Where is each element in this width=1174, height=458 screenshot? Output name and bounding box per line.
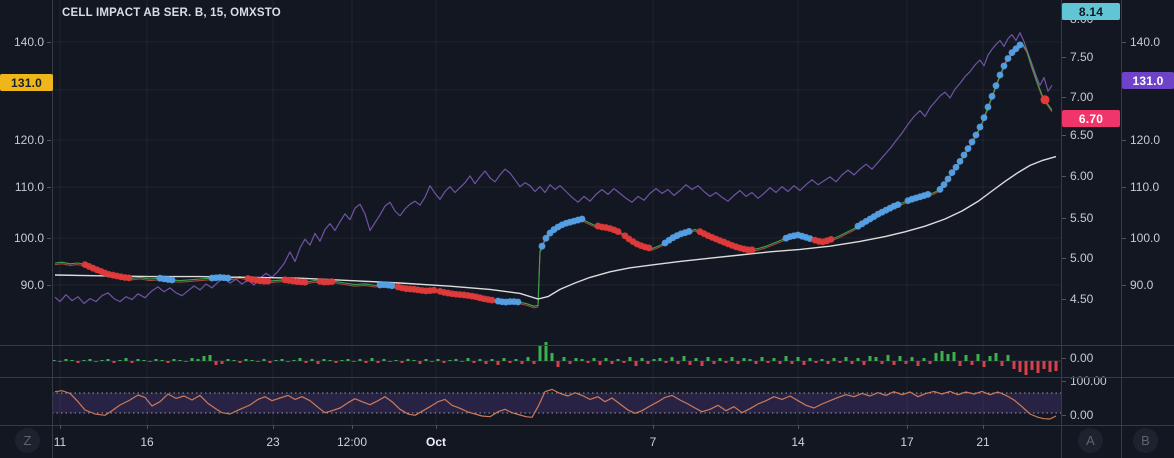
axis-tick-mark (1122, 187, 1126, 188)
axis-tick-mark (47, 187, 51, 188)
time-axis-label: 12:00 (336, 435, 368, 449)
axis-tick-mark (1062, 299, 1066, 300)
time-axis[interactable]: 11 16 23 12:00 Oct 7 14 17 21 (0, 425, 1174, 458)
axis-tick-label: 6.00 (1070, 169, 1094, 183)
axis-tick-label: 6.50 (1070, 128, 1094, 142)
axis-tick-mark (1122, 140, 1126, 141)
axis-tick-mark (1062, 218, 1066, 219)
high-price-label: 8.14 (1062, 3, 1120, 20)
left-pane-border (52, 0, 53, 458)
time-axis-tick (352, 425, 353, 429)
axis-tick-label: 90.0 (1130, 278, 1154, 292)
compare-price-label-left: 131.0 (0, 74, 53, 91)
z-button[interactable]: Z (15, 428, 40, 453)
last-price-label: 6.70 (1062, 110, 1120, 127)
axis-tick-mark (47, 238, 51, 239)
axis-tick-mark (1122, 238, 1126, 239)
axis-tick-label: 7.50 (1070, 50, 1094, 64)
axis-tick-label: 7.00 (1070, 90, 1094, 104)
axis-tick-label: 140.0 (13, 35, 44, 49)
axis-tick-label: 110.0 (14, 180, 44, 194)
time-axis-label: Oct (425, 435, 447, 449)
axis-tick-mark (1062, 97, 1066, 98)
time-axis-tick (653, 425, 654, 429)
axis-tick-label: 90.0 (20, 278, 44, 292)
axis-tick-mark (1062, 415, 1066, 416)
time-axis-tick (273, 425, 274, 429)
axis-tick-label: 0.00 (1070, 351, 1094, 365)
volume-oscillator-separator[interactable] (0, 377, 1174, 378)
axis-tick-label: 100.0 (13, 231, 44, 245)
symbol-title: CELL IMPACT AB SER. B, 15, OMXSTO (62, 7, 281, 19)
axis-tick-label: 5.50 (1070, 211, 1094, 225)
axis-tick-label: 100.0 (1130, 231, 1161, 245)
axis-tick-label: 110.0 (1130, 180, 1160, 194)
time-axis-label: 23 (266, 435, 280, 449)
axis-tick-mark (1062, 258, 1066, 259)
axis-tick-mark (47, 140, 51, 141)
axis-tick-label: 120.0 (1130, 133, 1161, 147)
time-axis-label: 21 (976, 435, 990, 449)
axis-tick-mark (47, 285, 51, 286)
time-axis-label: 17 (900, 435, 914, 449)
time-axis-tick (983, 425, 984, 429)
time-axis-label: 14 (791, 435, 805, 449)
time-axis-tick (436, 425, 437, 429)
right-price-axis-inner[interactable]: 8.007.507.006.506.005.505.004.500.00100.… (1061, 0, 1121, 458)
axis-tick-mark (1062, 358, 1066, 359)
axis-tick-label: 0.00 (1070, 408, 1094, 422)
axis-tick-mark (1062, 135, 1066, 136)
time-axis-tick (60, 425, 61, 429)
axis-tick-mark (1062, 176, 1066, 177)
a-button[interactable]: A (1078, 428, 1103, 453)
tradingview-chart-window: CELL IMPACT AB SER. B, 15, OMXSTO 140.0 1… (0, 0, 1174, 458)
axis-tick-label: 120.0 (13, 133, 44, 147)
axis-tick-mark (1122, 42, 1126, 43)
b-button[interactable]: B (1133, 428, 1158, 453)
main-volume-separator[interactable] (0, 345, 1174, 346)
axis-tick-label: 4.50 (1070, 292, 1094, 306)
time-axis-tick (798, 425, 799, 429)
inner-axis-border (1061, 0, 1062, 458)
axis-tick-mark (47, 42, 51, 43)
time-axis-tick (147, 425, 148, 429)
axis-tick-mark (1122, 285, 1126, 286)
time-axis-label: 11 (53, 435, 67, 449)
left-price-axis[interactable]: 140.0 120.0 110.0 100.0 90.0 (0, 0, 52, 458)
axis-tick-mark (1062, 57, 1066, 58)
outer-axis-border (1121, 0, 1122, 458)
time-axis-tick (907, 425, 908, 429)
axis-tick-mark (1062, 381, 1066, 382)
right-price-axis-outer[interactable]: 140.0 120.0 110.0 100.0 90.0 (1121, 0, 1174, 458)
compare-price-label-right: 131.0 (1122, 72, 1174, 89)
chart-canvas[interactable] (52, 0, 1061, 458)
axis-tick-label: 5.00 (1070, 251, 1094, 265)
time-axis-label: 16 (140, 435, 154, 449)
axis-tick-label: 140.0 (1130, 35, 1161, 49)
time-axis-label: 7 (649, 435, 657, 449)
